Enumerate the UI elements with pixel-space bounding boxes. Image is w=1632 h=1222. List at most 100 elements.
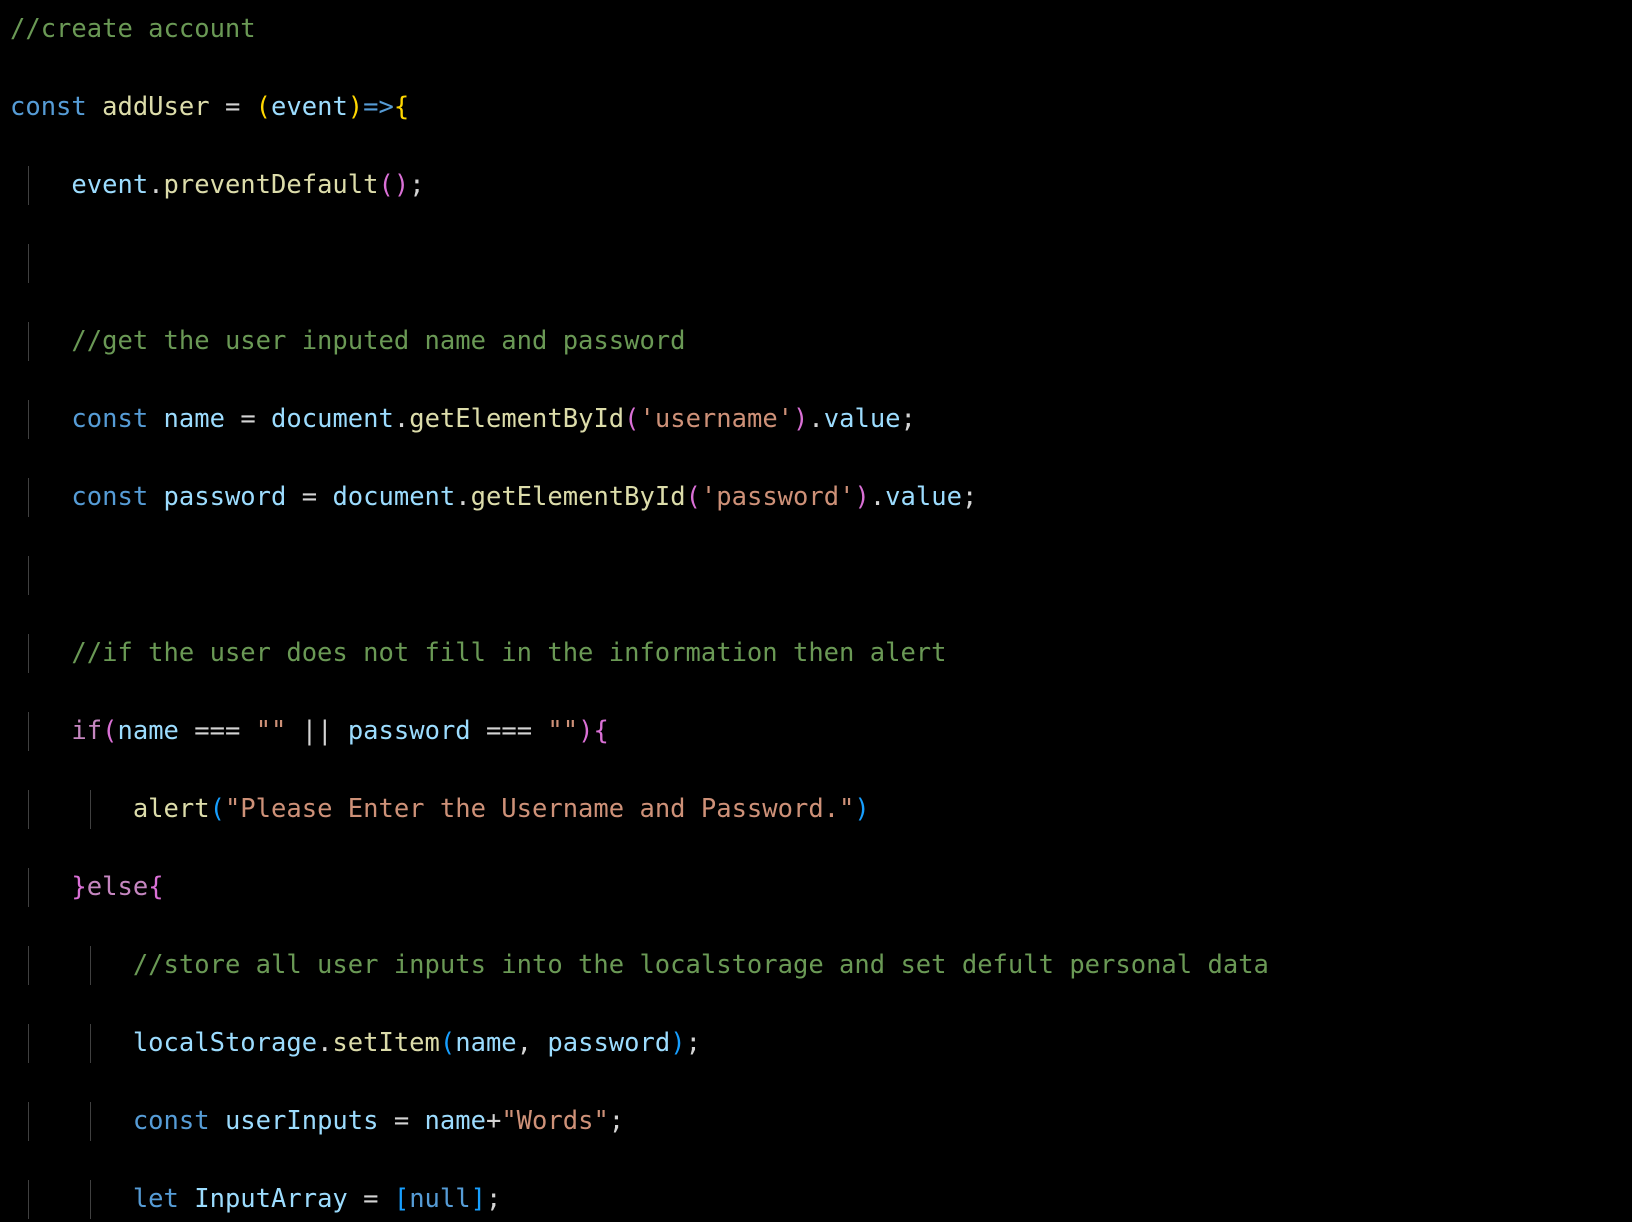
code-token: ( [378,170,393,200]
code-token: else [87,872,148,902]
code-token: || [286,716,347,746]
indent-guide [90,946,91,985]
code-token: null [409,1184,470,1214]
code-token: ; [486,1184,501,1214]
code-token: password [348,716,471,746]
indent-guide [28,478,29,517]
indent-guide [28,1180,29,1219]
indent-guide [90,1024,91,1063]
code-token [179,1184,194,1214]
code-token: userInputs [225,1106,379,1136]
code-token: const [71,404,148,434]
code-token: [ [394,1184,409,1214]
code-token: 'username' [640,404,794,434]
indent-guide [28,1102,29,1141]
code-line[interactable]: //create account [10,10,1632,49]
code-token: password [164,482,287,512]
code-token: . [870,482,885,512]
code-token: { [394,92,409,122]
indent-guide [90,1102,91,1141]
code-line[interactable]: const addUser = (event)=>{ [10,88,1632,127]
code-line[interactable]: const password = document. getElementById… [10,478,1632,517]
code-token: InputArray [194,1184,348,1214]
code-token: let [133,1184,179,1214]
code-line[interactable]: //if the user does not fill in the infor… [10,634,1632,673]
code-token: //if the user does not fill in the infor… [71,638,946,668]
indent-guide [28,946,29,985]
code-token: value [885,482,962,512]
code-editor[interactable]: //create account const addUser = (event)… [0,0,1632,1222]
code-token: === [179,716,256,746]
indent-guide [28,1024,29,1063]
code-token: alert [133,794,210,824]
code-token: preventDefault [164,170,379,200]
code-token: event [71,170,148,200]
code-token: = [225,92,240,122]
code-line[interactable]: let InputArray = [null]; [10,1180,1632,1219]
code-token: //get the user inputed name and password [71,326,685,356]
code-token: ) [394,170,409,200]
code-token: const [71,482,148,512]
code-token: ) [854,482,869,512]
code-token: . [148,170,163,200]
code-token: localStorage [133,1028,317,1058]
code-token: password [547,1028,670,1058]
code-token: "" [256,716,287,746]
code-token: => [363,92,394,122]
code-token: { [148,872,163,902]
indent-guide [28,712,29,751]
code-token: document [332,482,455,512]
code-token: ( [102,716,117,746]
code-token: "Words" [501,1106,608,1136]
code-line[interactable]: localStorage.setItem(name, password); [10,1024,1632,1063]
indent-guide [28,400,29,439]
code-token: ; [962,482,977,512]
code-token [148,404,163,434]
indent-guide [28,790,29,829]
code-token: { [594,716,609,746]
code-line[interactable]: alert("Please Enter the Username and Pas… [10,790,1632,829]
code-token: ; [409,170,424,200]
code-token [210,1106,225,1136]
code-token: document [271,404,394,434]
code-token: = [286,482,332,512]
code-line[interactable]: //store all user inputs into the localst… [10,946,1632,985]
code-token: . [808,404,823,434]
code-line[interactable]: }else{ [10,868,1632,907]
code-token: ) [793,404,808,434]
code-token: ; [901,404,916,434]
indent-guide [90,1180,91,1219]
indent-guide [28,868,29,907]
code-line[interactable]: //get the user inputed name and password [10,322,1632,361]
code-line[interactable] [10,556,1632,595]
code-token: addUser [102,92,209,122]
code-line[interactable]: event.preventDefault(); [10,166,1632,205]
code-line[interactable]: if(name === "" || password === ""){ [10,712,1632,751]
code-token: . [317,1028,332,1058]
code-token: ; [686,1028,701,1058]
code-token: name [164,404,225,434]
code-token: ( [624,404,639,434]
code-token: ( [210,794,225,824]
code-token: getElementById [471,482,686,512]
code-token: value [824,404,901,434]
code-token: === [471,716,548,746]
code-token: event [271,92,348,122]
code-token [87,92,102,122]
code-token: //create account [10,14,256,44]
indent-guide [28,634,29,673]
code-line[interactable]: const userInputs = name+"Words"; [10,1102,1632,1141]
code-line[interactable] [10,244,1632,283]
code-token: ) [578,716,593,746]
code-token [210,92,225,122]
code-token: "" [547,716,578,746]
code-token [148,482,163,512]
code-token: if [71,716,102,746]
code-token: = [378,1106,424,1136]
code-line[interactable]: const name = document.getElementById('us… [10,400,1632,439]
code-token: = [348,1184,394,1214]
code-token: = [225,404,271,434]
code-token: . [394,404,409,434]
code-token: name [118,716,179,746]
indent-guide [28,244,29,283]
